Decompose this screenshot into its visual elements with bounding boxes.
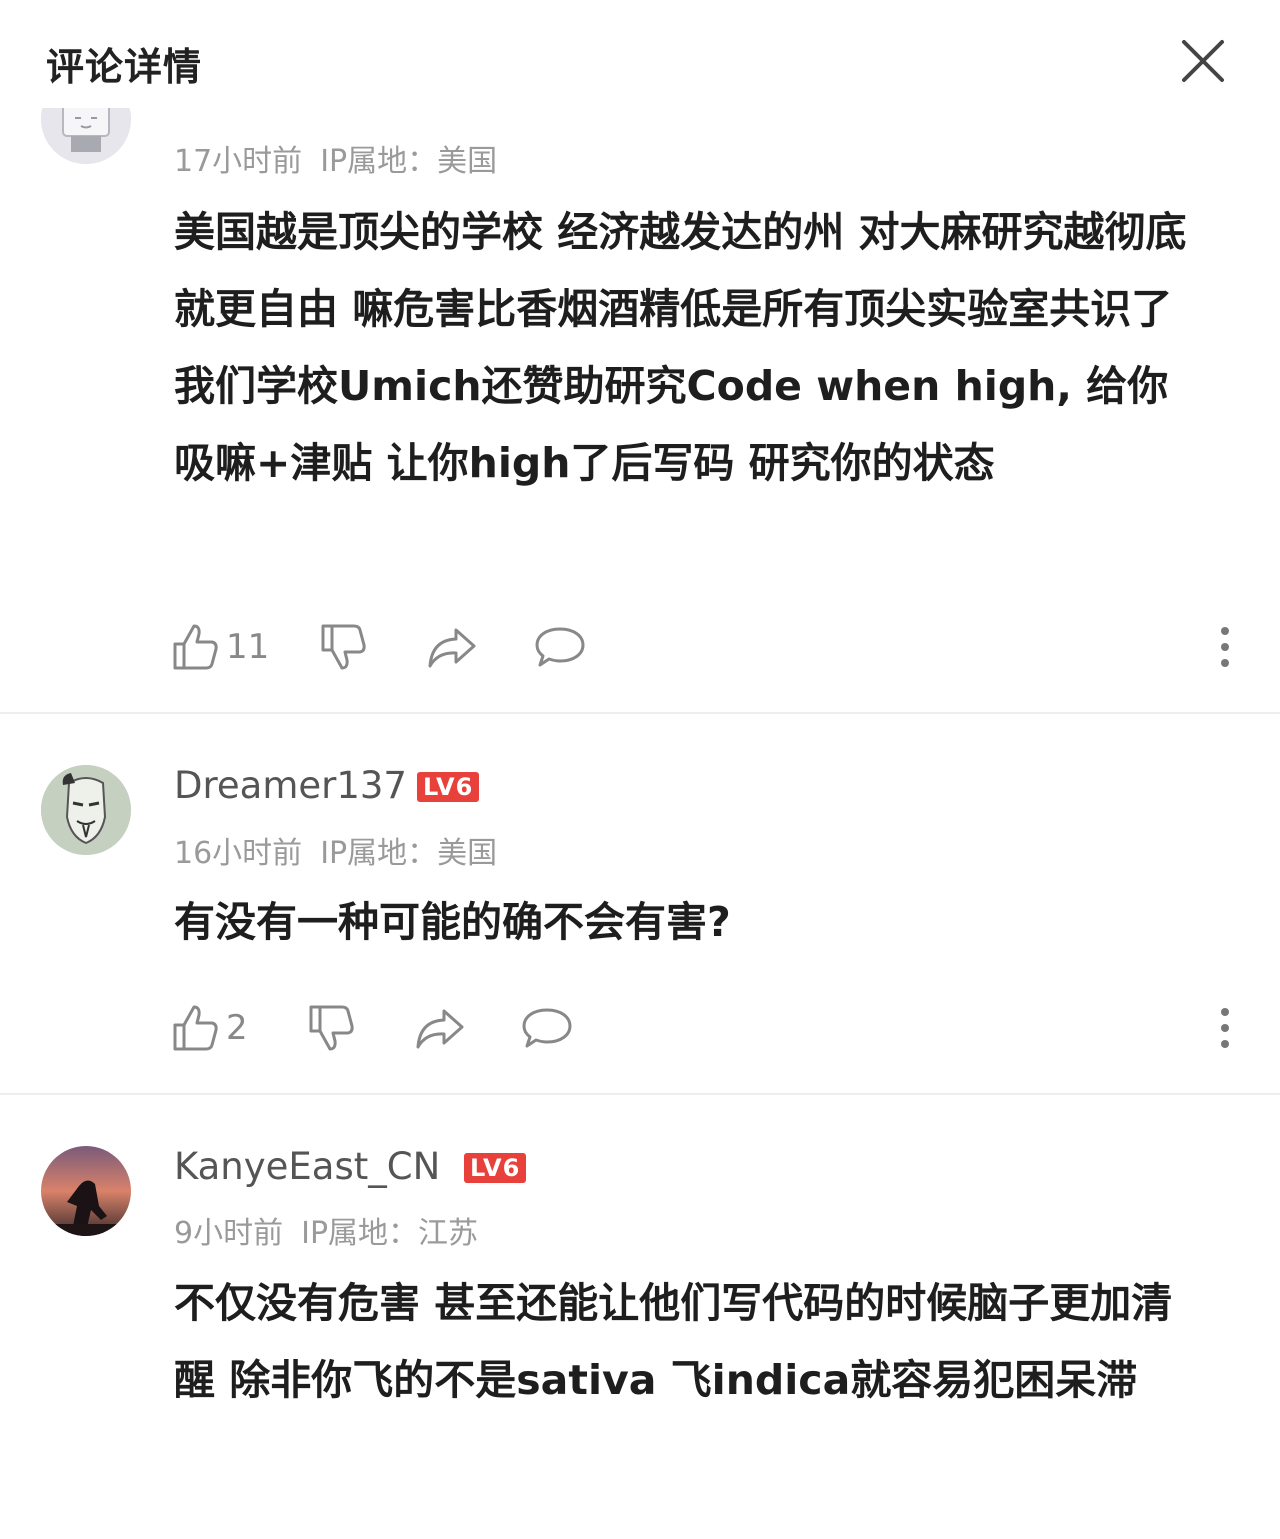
sunset-avatar-icon [41, 1146, 131, 1236]
comment-ip: IP属地：江苏 [301, 1216, 479, 1251]
thumbs-up-icon [173, 624, 218, 670]
username[interactable]: KanyeEast_CN [174, 1145, 440, 1188]
avatar[interactable] [41, 765, 131, 855]
dislike-button[interactable] [308, 998, 356, 1058]
thumbs-up-icon [173, 1005, 218, 1051]
avatar[interactable] [41, 1146, 131, 1236]
more-vertical-icon [1221, 1008, 1229, 1048]
comment-actions: 2 [0, 998, 1280, 1058]
close-icon [1182, 40, 1224, 82]
share-button[interactable] [426, 617, 478, 677]
like-button[interactable]: 2 [172, 998, 248, 1058]
comment-ip: IP属地：美国 [320, 836, 498, 871]
comment-text: 美国越是顶尖的学校 经济越发达的州 对大麻研究越彻底 就更自由 嘛危害比香烟酒精… [174, 208, 1187, 487]
close-button[interactable] [1178, 36, 1228, 86]
like-count: 11 [226, 627, 270, 667]
comment-time: 16小时前 [174, 836, 303, 871]
username[interactable]: Dreamer137 [174, 764, 407, 807]
more-options-button[interactable] [1210, 623, 1240, 671]
more-vertical-icon [1221, 627, 1229, 667]
level-badge: LV6 [464, 1153, 527, 1183]
like-button[interactable]: 11 [172, 617, 269, 677]
reply-button[interactable] [534, 617, 586, 677]
more-options-button[interactable] [1210, 1004, 1240, 1052]
comment-bubble-icon [535, 627, 585, 667]
thumbs-down-icon [321, 624, 366, 670]
comment-time: 17小时前 [174, 144, 303, 179]
comment-time: 9小时前 [174, 1216, 284, 1251]
comment-meta: 16小时前 IP属地：美国 [174, 828, 515, 872]
reply-button[interactable] [521, 998, 573, 1058]
comment-text: 有没有一种可能的确不会有害? [174, 898, 731, 946]
header: 评论详情 [0, 0, 1280, 108]
like-count: 2 [226, 1008, 248, 1048]
comment-meta: 9小时前 IP属地：江苏 [174, 1208, 496, 1252]
comment-ip: IP属地：美国 [320, 144, 498, 179]
comment-bubble-icon [522, 1008, 572, 1048]
thumbs-down-icon [309, 1005, 354, 1051]
comment-text: 不仅没有危害 甚至还能让他们写代码的时候脑子更加清醒 除非你飞的不是sativa… [174, 1279, 1173, 1404]
dislike-button[interactable] [320, 617, 368, 677]
comment-meta: 17小时前 IP属地：美国 [174, 136, 515, 180]
level-badge: LV6 [417, 772, 480, 802]
share-button[interactable] [414, 998, 466, 1058]
mask-avatar-icon [41, 765, 131, 855]
share-icon [428, 628, 476, 668]
divider [0, 712, 1280, 714]
page-title: 评论详情 [46, 45, 203, 89]
comment-actions: 11 [0, 617, 1280, 677]
share-icon [416, 1009, 464, 1049]
divider [0, 1093, 1280, 1095]
